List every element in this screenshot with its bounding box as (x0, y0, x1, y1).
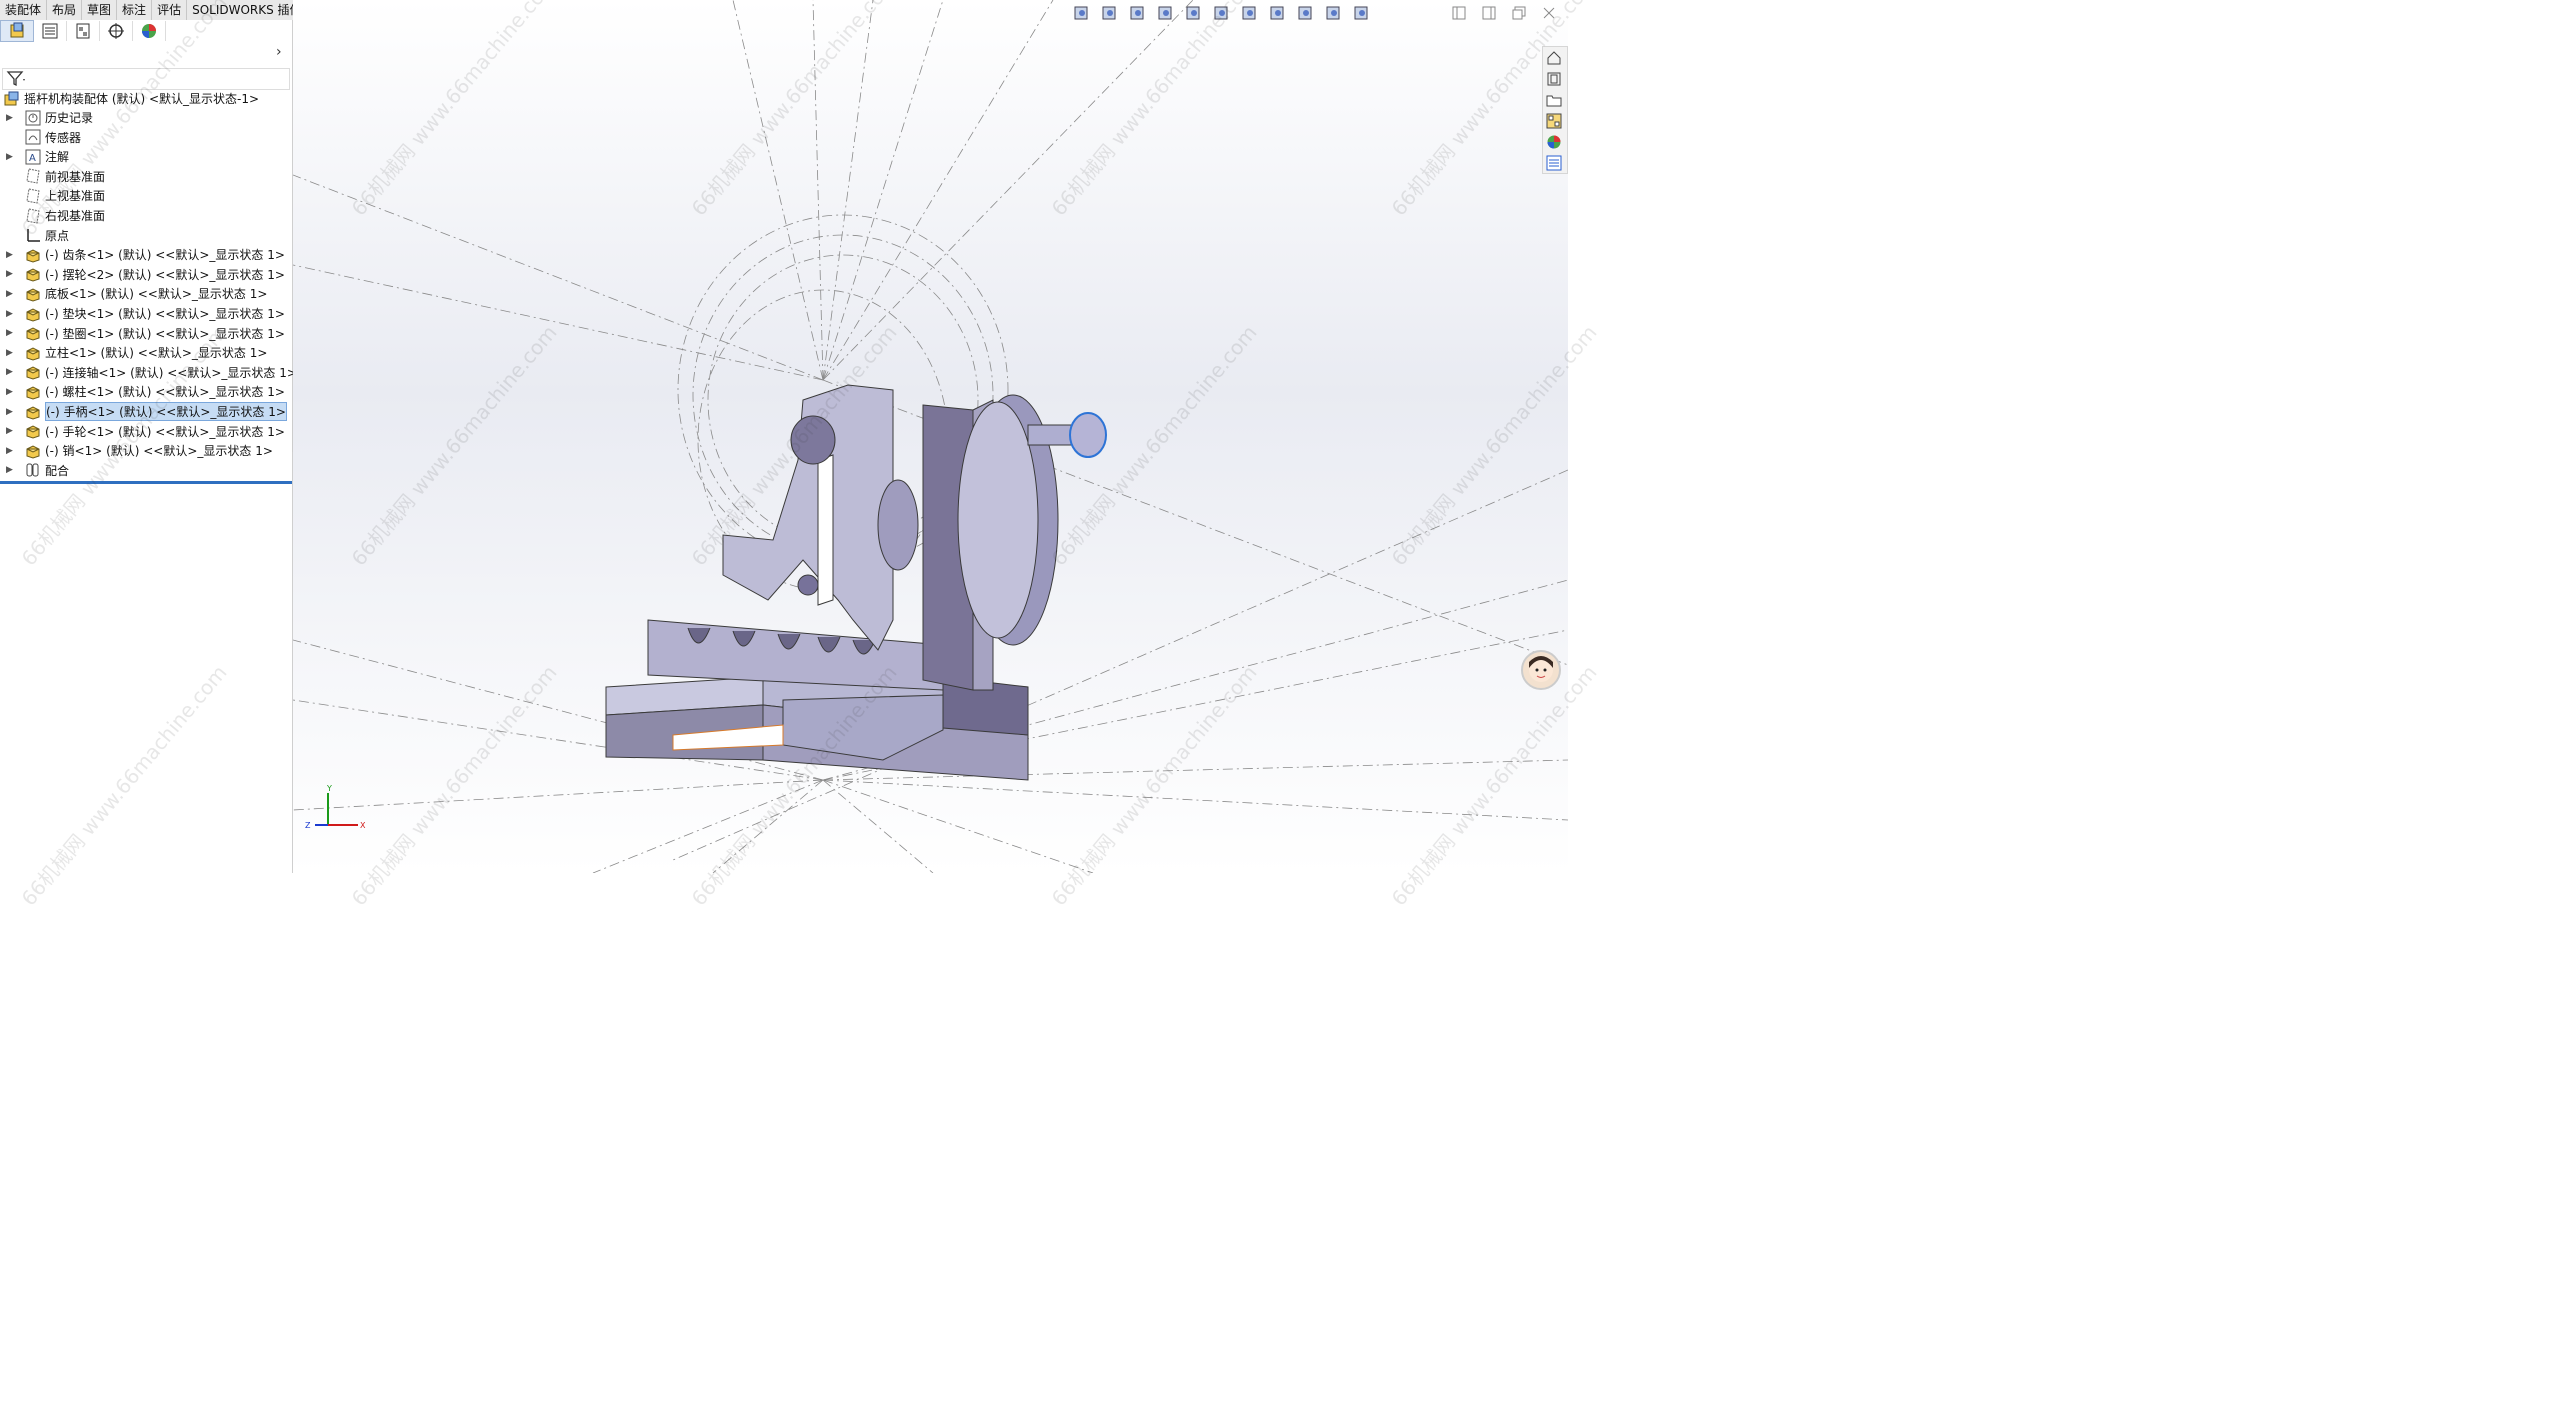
tree-item[interactable]: 前视基准面 (0, 167, 292, 186)
expand-arrow-icon[interactable]: ▶ (6, 426, 14, 436)
tree-item[interactable]: ▶ (-) 齿条<1> (默认) <<默认>_显示状态 1> (0, 245, 292, 264)
expand-arrow-icon[interactable]: ▶ (6, 328, 14, 338)
panel-tab-display-manager[interactable] (133, 21, 166, 41)
command-manager-tabs: 装配体布局草图标注评估SOLIDWORKS 插件MBD (0, 0, 347, 21)
mates-icon (26, 463, 39, 477)
expand-arrow-icon[interactable]: ▶ (6, 152, 14, 162)
axis-label-z: Z (305, 821, 311, 830)
tree-item-label: (-) 销<1> (默认) <<默认>_显示状态 1> (45, 444, 273, 459)
expand-arrow-icon[interactable]: ▶ (6, 289, 14, 299)
tree-item-label: 底板<1> (默认) <<默认>_显示状态 1> (45, 287, 268, 302)
dimxpert-icon (108, 23, 124, 39)
panel-tab-property-manager[interactable] (34, 21, 67, 41)
tree-item-label: 配合 (45, 463, 70, 478)
tree-item-label: (-) 垫块<1> (默认) <<默认>_显示状态 1> (45, 307, 285, 321)
annotation-icon: A (25, 149, 41, 165)
property-manager-icon (42, 23, 58, 39)
filter-icon[interactable] (6, 70, 26, 88)
tree-item[interactable]: ▶ (-) 垫块<1> (默认) <<默认>_显示状态 1> (0, 304, 292, 323)
expand-arrow-icon[interactable]: ▶ (6, 446, 14, 456)
command-tab[interactable]: 评估 (152, 0, 188, 20)
command-tab[interactable]: 标注 (117, 0, 153, 20)
part-icon (26, 288, 40, 302)
expand-arrow-icon[interactable]: ▶ (6, 269, 14, 279)
svg-text:A: A (29, 153, 36, 164)
tree-item[interactable]: ▶ 底板<1> (默认) <<默认>_显示状态 1> (0, 284, 292, 303)
tree-item[interactable]: 传感器 (0, 128, 292, 147)
expand-arrow-icon[interactable]: ▶ (6, 465, 14, 475)
tree-item[interactable]: ▶ (-) 垫圈<1> (默认) <<默认>_显示状态 1> (0, 324, 292, 343)
part-icon (26, 366, 40, 380)
part-icon (26, 445, 40, 459)
tree-item[interactable]: ▶ (-) 销<1> (默认) <<默认>_显示状态 1> (0, 441, 292, 460)
part-icon (26, 425, 40, 439)
tree-item-label: 立柱<1> (默认) <<默认>_显示状态 1> (45, 346, 268, 361)
avatar-face-icon (1529, 656, 1553, 682)
display-manager-icon (142, 24, 156, 38)
assistant-avatar[interactable] (1521, 650, 1561, 690)
panel-expand-arrow[interactable]: › (276, 44, 282, 60)
expand-arrow-icon[interactable]: ▶ (6, 348, 14, 358)
expand-arrow-icon[interactable]: ▶ (6, 407, 14, 417)
part-icon (26, 268, 40, 282)
part-icon (26, 327, 40, 341)
feature-manager-icon (10, 22, 24, 38)
axis-label-y: Y (326, 785, 332, 793)
tree-item[interactable]: ▶ 立柱<1> (默认) <<默认>_显示状态 1> (0, 343, 292, 362)
tree-item-label: 原点 (45, 228, 70, 243)
part-icon (26, 386, 40, 400)
tree-item[interactable]: ▶ 配合 (0, 461, 292, 480)
tree-item[interactable]: ▶ (-) 摆轮<2> (默认) <<默认>_显示状态 1> (0, 265, 292, 284)
sensor-icon (25, 129, 41, 145)
tree-item-label: (-) 摆轮<2> (默认) <<默认>_显示状态 1> (45, 267, 285, 282)
command-tab[interactable]: 布局 (47, 0, 83, 20)
panel-tab-config-manager[interactable] (67, 21, 100, 41)
command-tab[interactable]: 装配体 (0, 0, 48, 20)
panel-tabs (0, 20, 292, 42)
tree-bottom-rollback-bar[interactable] (0, 481, 292, 484)
tree-item[interactable]: ▶ (-) 连接轴<1> (默认) <<默认>_显示状态 1> (0, 363, 297, 382)
tree-item-label: (-) 垫圈<1> (默认) <<默认>_显示状态 1> (45, 326, 285, 341)
expand-arrow-icon[interactable]: ▶ (6, 387, 14, 397)
axis-label-x: X (360, 821, 366, 830)
history-icon (25, 110, 41, 125)
view-triad: Y X Z (305, 785, 366, 830)
expand-arrow-icon[interactable]: ▶ (6, 250, 14, 260)
tree-item-label: (-) 齿条<1> (默认) <<默认>_显示状态 1> (45, 248, 285, 263)
command-tab[interactable]: 草图 (82, 0, 118, 20)
plane-icon (26, 168, 40, 184)
tree-item[interactable]: ▶ 历史记录 (0, 108, 292, 127)
tree-item-label: (-) 手轮<1> (默认) <<默认>_显示状态 1> (45, 424, 285, 439)
part-icon (26, 405, 40, 420)
part-icon (26, 307, 40, 322)
part-icon (26, 347, 40, 361)
panel-tab-dimxpert[interactable] (100, 21, 133, 41)
tree-item[interactable]: ▶ A 注解 (0, 147, 292, 166)
part-icon (26, 249, 40, 263)
tree-item-label: 历史记录 (45, 111, 94, 125)
config-manager-icon (76, 23, 90, 39)
expand-arrow-icon[interactable]: ▶ (6, 113, 14, 123)
panel-tab-feature-manager[interactable] (0, 20, 34, 42)
root-assembly-icon (4, 91, 19, 105)
expand-arrow-icon[interactable]: ▶ (6, 367, 14, 377)
tree-item-label: 传感器 (45, 130, 82, 145)
expand-arrow-icon[interactable]: ▶ (6, 309, 14, 319)
